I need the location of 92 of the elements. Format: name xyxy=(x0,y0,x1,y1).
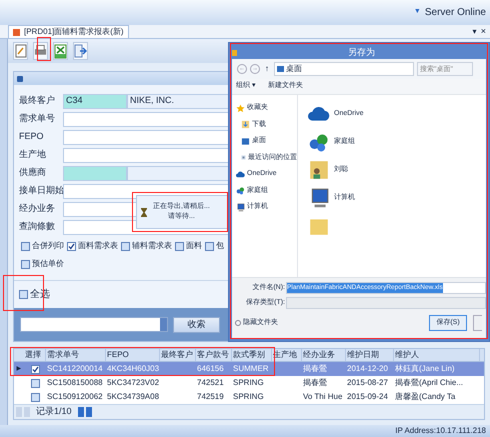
column-header[interactable]: 维护日期 xyxy=(347,350,379,359)
table-cell: SC1509120062 xyxy=(47,392,103,401)
up-button[interactable]: ↑ xyxy=(263,63,271,75)
toolbar-button[interactable] xyxy=(53,42,68,60)
collapse-icon[interactable] xyxy=(17,76,23,82)
field-label: 生产地 xyxy=(19,148,47,162)
search-dropdown[interactable] xyxy=(20,317,168,332)
toolbar-button[interactable] xyxy=(73,42,88,60)
next-page-button[interactable] xyxy=(78,407,84,417)
field-label: 查詢條數 xyxy=(19,220,56,234)
column-header[interactable]: 维护人 xyxy=(395,350,419,359)
table-cell: 4KC34H60J03 xyxy=(107,364,160,373)
app-icon xyxy=(13,28,20,36)
table-cell: SPRING xyxy=(233,392,264,401)
table-cell: SC1508150088 xyxy=(47,378,103,387)
table-cell: 揭春鶯(April Chie... xyxy=(395,378,464,387)
table-cell: 揭春鶯 xyxy=(303,364,327,373)
field-label: 经办业务 xyxy=(19,202,56,216)
checkbox-label: 预估单价 xyxy=(32,258,64,270)
row-checkbox[interactable] xyxy=(30,378,40,388)
row-checkbox[interactable] xyxy=(30,364,40,374)
user-folder-icon xyxy=(308,159,330,181)
field-label: 需求单号 xyxy=(19,112,56,126)
checkbox[interactable] xyxy=(67,242,76,250)
last-page-button[interactable] xyxy=(86,407,92,417)
checkbox-label: 辅料需求表 xyxy=(132,240,172,252)
network-icon xyxy=(236,186,245,196)
checkbox[interactable] xyxy=(205,242,214,250)
expand-icon[interactable] xyxy=(235,320,241,326)
table-cell: 林鈺真(Jane Lin) xyxy=(395,364,455,373)
table-cell: Vo Thi Hue xyxy=(303,392,342,401)
checkbox-label: 合併列印 xyxy=(32,240,64,252)
desktop-icon xyxy=(241,136,250,146)
row-checkbox[interactable] xyxy=(30,392,40,402)
table-cell: 唐馨盈(Candy Ta xyxy=(395,392,456,401)
field-label: 供應商 xyxy=(19,166,47,180)
checkbox[interactable] xyxy=(121,242,130,250)
toolbar-button[interactable] xyxy=(33,42,48,60)
code-field[interactable] xyxy=(63,166,127,180)
field-label: 最终客户 xyxy=(19,94,56,108)
column-header[interactable]: 需求单号 xyxy=(47,350,79,359)
cancel-button[interactable] xyxy=(473,315,482,331)
table-cell: 2015-08-27 xyxy=(347,378,388,387)
column-header[interactable]: 客户款号 xyxy=(197,350,229,359)
table-cell: SUMMER xyxy=(233,364,269,373)
toolbar-button[interactable] xyxy=(13,42,28,60)
desktop-icon xyxy=(277,66,284,72)
checkbox[interactable] xyxy=(21,242,30,250)
table-cell: 5KC34723V02 xyxy=(107,378,160,387)
hourglass-icon xyxy=(141,208,147,216)
table-cell: 742521 xyxy=(197,378,224,387)
select-all-checkbox[interactable] xyxy=(19,290,28,299)
exit-icon xyxy=(74,44,87,58)
table-cell: 2015-09-24 xyxy=(347,392,388,401)
table-cell: 742519 xyxy=(197,392,224,401)
table-cell: SPRING xyxy=(233,378,264,387)
dialog-app-icon xyxy=(232,50,237,56)
search-button[interactable]: 收索 xyxy=(173,316,220,332)
document-tab[interactable]: [PRD01]面辅料需求报表(新) xyxy=(8,25,129,38)
checkbox[interactable] xyxy=(21,260,30,268)
checkbox-label: 面料需求表 xyxy=(78,240,118,252)
dialog-title: 另存为 xyxy=(348,46,375,59)
star-icon xyxy=(236,104,245,113)
table-cell: 揭春鶯 xyxy=(303,378,327,387)
table-cell: 646156 xyxy=(197,364,224,373)
checkbox-label: 面料 xyxy=(186,240,202,252)
column-header[interactable]: 款式季别 xyxy=(233,350,265,359)
document-icon xyxy=(14,44,26,58)
column-header[interactable]: 经办业务 xyxy=(303,350,335,359)
pin-button[interactable]: ▾ xyxy=(472,26,481,38)
code-field[interactable]: C34 xyxy=(63,94,127,108)
computer-icon xyxy=(236,202,245,212)
field-label: FEPO xyxy=(19,130,45,144)
address-bar[interactable]: 桌面 xyxy=(274,62,414,76)
page-label: 记录1/10 xyxy=(35,405,73,418)
table-cell: 5KC34739A08 xyxy=(107,392,160,401)
checkbox[interactable] xyxy=(175,242,184,250)
table-cell: 2014-12-20 xyxy=(347,364,388,373)
recent-places-icon xyxy=(241,153,246,162)
ip-address: IP Address:10.17.111.218 xyxy=(395,425,486,437)
spreadsheet-icon xyxy=(54,44,67,58)
column-header[interactable]: FEPO xyxy=(107,350,129,359)
checkbox-label: 包 xyxy=(216,240,224,252)
cloud-icon xyxy=(236,170,245,179)
column-header[interactable]: 選擇 xyxy=(25,350,41,359)
server-status: Server Online xyxy=(424,6,486,20)
close-button[interactable]: × xyxy=(480,24,490,38)
column-header[interactable]: 最终客户 xyxy=(161,350,193,359)
field-label: 接单日期始 xyxy=(19,184,63,198)
highlight-frame xyxy=(37,37,51,61)
folder-icon xyxy=(241,120,250,130)
table-cell: SC1412200014 xyxy=(47,364,103,373)
